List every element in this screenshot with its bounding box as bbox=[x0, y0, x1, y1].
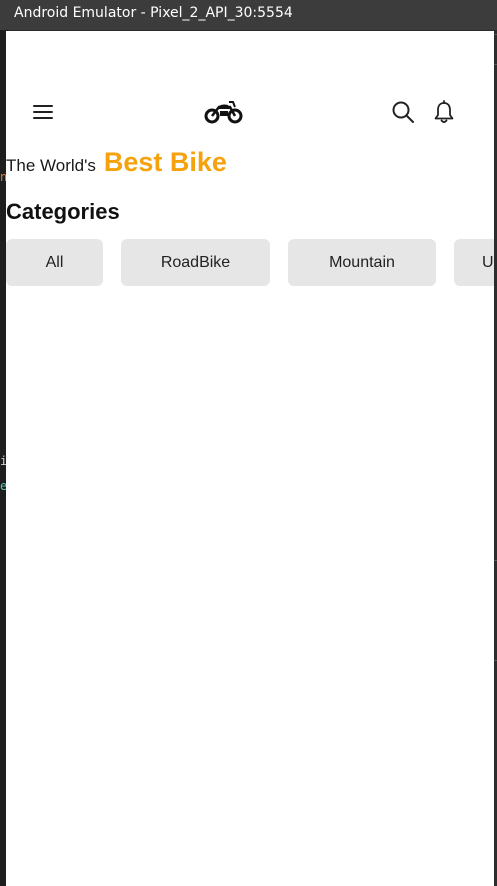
category-chip-all[interactable]: All bbox=[6, 239, 103, 286]
motorcycle-logo-icon bbox=[201, 95, 247, 129]
hamburger-menu-icon[interactable] bbox=[26, 95, 60, 129]
search-icon[interactable] bbox=[386, 95, 420, 129]
headline-highlight: Best Bike bbox=[103, 147, 227, 177]
category-chip-partial[interactable]: U bbox=[454, 239, 494, 286]
bell-icon[interactable] bbox=[427, 95, 461, 129]
headline: The World's Best Bike bbox=[6, 147, 227, 178]
window-title: Android Emulator - Pixel_2_API_30:5554 bbox=[14, 5, 293, 21]
device-screen: The World's Best Bike Categories All Roa… bbox=[6, 31, 494, 886]
categories-title: Categories bbox=[6, 199, 120, 224]
app-bar bbox=[6, 95, 494, 129]
category-chip-roadbike[interactable]: RoadBike bbox=[121, 239, 270, 286]
category-chip-list: All RoadBike Mountain U bbox=[6, 239, 494, 286]
headline-prefix: The World's bbox=[6, 156, 96, 175]
emulator-title-bar: Android Emulator - Pixel_2_API_30:5554 bbox=[0, 0, 497, 30]
category-chip-mountain[interactable]: Mountain bbox=[288, 239, 436, 286]
